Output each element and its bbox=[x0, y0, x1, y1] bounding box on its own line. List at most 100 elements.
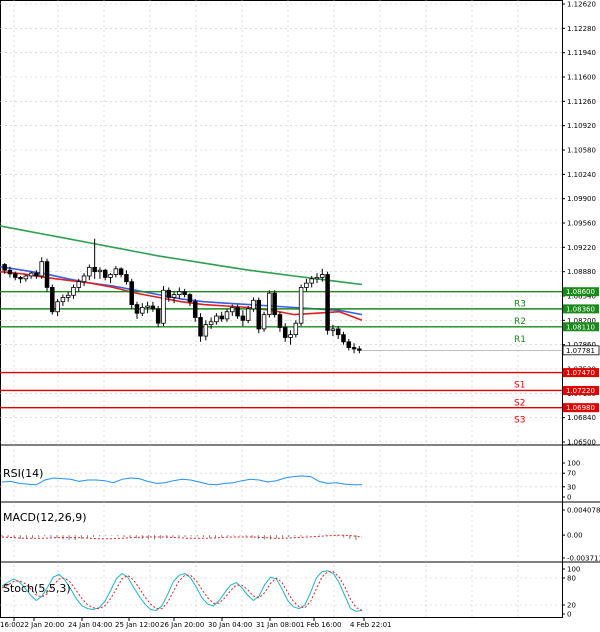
stoch-tick-label: 100 bbox=[567, 566, 580, 574]
macd-tick-label: 0.004078 bbox=[567, 507, 600, 515]
candle-body bbox=[351, 347, 357, 350]
stoch-tick-label: 20 bbox=[567, 602, 576, 610]
candle-body bbox=[124, 274, 129, 283]
candle-body bbox=[282, 327, 288, 338]
candle-body bbox=[235, 307, 240, 317]
candle-body bbox=[23, 275, 29, 280]
price-tick-label: 1.09900 bbox=[567, 195, 596, 203]
candle-body bbox=[166, 289, 172, 298]
candle-body bbox=[245, 308, 251, 321]
candle-body bbox=[92, 266, 97, 273]
price-tick-label: 1.10580 bbox=[567, 147, 596, 155]
price-tick-label: 1.11260 bbox=[567, 98, 596, 106]
level-name-r1: R1 bbox=[514, 335, 526, 345]
candle-body bbox=[12, 273, 18, 278]
candle-body bbox=[161, 289, 166, 324]
candle-body bbox=[224, 311, 230, 320]
rsi-tick-label: 30 bbox=[567, 483, 576, 491]
candle-body bbox=[39, 261, 44, 277]
candle-body bbox=[293, 322, 299, 336]
candle-body bbox=[230, 307, 235, 313]
price-pane: 1.12620 1.12280 1.11940 1.11600 1.11260 1.109… bbox=[0, 1, 600, 447]
level-tag-r3: 1.08600 bbox=[566, 288, 595, 296]
candle-body bbox=[203, 324, 209, 337]
candle-body bbox=[113, 268, 119, 275]
rsi-line bbox=[1, 475, 362, 486]
macd-title: MACD(12,26,9) bbox=[3, 511, 87, 524]
candle-body bbox=[177, 291, 182, 295]
candle-body bbox=[2, 264, 7, 271]
time-tick-label: 31 Jan 08:00 bbox=[256, 621, 300, 629]
candle-body bbox=[256, 299, 262, 330]
price-tick-label: 1.11940 bbox=[567, 49, 596, 57]
rsi-pane: 100 70 30 0 RSI(14) bbox=[0, 460, 580, 502]
time-tick-label: 4 Feb 22:01 bbox=[350, 621, 391, 629]
level-tag-s1: 1.07470 bbox=[566, 369, 595, 377]
time-tick-label: 22 Jan 20:00 bbox=[20, 621, 64, 629]
level-tag-r1: 1.08110 bbox=[566, 323, 595, 331]
candle-body bbox=[171, 294, 177, 298]
candle-body bbox=[108, 274, 113, 278]
candle-body bbox=[28, 272, 34, 277]
candle-body bbox=[44, 261, 50, 288]
level-tag-s3: 1.06980 bbox=[566, 404, 595, 412]
candle-body bbox=[357, 348, 362, 351]
stoch-pane: 10080 200 Stoch(5,5,3) bbox=[0, 566, 580, 619]
level-name-s3: S3 bbox=[514, 416, 525, 426]
level-tag-s2: 1.07220 bbox=[566, 387, 595, 395]
candle-body bbox=[134, 304, 140, 314]
price-tick-label: 1.09560 bbox=[567, 220, 596, 228]
candle-body bbox=[150, 305, 156, 310]
candle-body bbox=[309, 278, 314, 284]
price-tick-label: 1.06840 bbox=[567, 414, 596, 422]
time-tick-label: 1 Feb 16:00 bbox=[300, 621, 341, 629]
candle-body bbox=[102, 269, 108, 278]
candle-body bbox=[129, 281, 134, 305]
rsi-title: RSI(14) bbox=[3, 467, 43, 480]
forex-chart: 1.12620 1.12280 1.11940 1.11600 1.11260 1.109… bbox=[0, 0, 600, 629]
price-tick-label: 1.12620 bbox=[567, 1, 596, 9]
macd-signal-line bbox=[1, 534, 363, 540]
rsi-tick-label: 70 bbox=[567, 470, 576, 478]
candle-body bbox=[346, 341, 352, 348]
candle-body bbox=[314, 276, 320, 280]
candle-body bbox=[192, 301, 198, 318]
candle-body bbox=[198, 317, 203, 337]
price-tick-label: 1.08880 bbox=[567, 268, 596, 276]
candle-body bbox=[97, 269, 103, 273]
candle-body bbox=[240, 315, 246, 321]
candle-body bbox=[208, 321, 214, 326]
candle-body bbox=[140, 307, 145, 314]
candle-body bbox=[187, 294, 193, 303]
level-tag-r2: 1.08360 bbox=[566, 305, 595, 313]
candle-body bbox=[65, 294, 71, 298]
rsi-tick-label: 100 bbox=[567, 460, 580, 468]
candle-body bbox=[182, 291, 187, 295]
time-tick-label: 16:00 bbox=[0, 621, 20, 629]
candle-body bbox=[277, 314, 283, 328]
candle-body bbox=[50, 287, 55, 313]
price-tick-label: 1.11600 bbox=[567, 74, 596, 82]
macd-pane: 0.004078 0.00 -0.003711 MACD(12,26,9) bbox=[1, 507, 600, 563]
price-tick-label: 1.10240 bbox=[567, 171, 596, 179]
candle-body bbox=[214, 315, 219, 323]
candle-body bbox=[325, 274, 330, 331]
candle-body bbox=[155, 308, 161, 324]
level-name-s1: S1 bbox=[514, 381, 525, 391]
candle-body bbox=[76, 281, 82, 288]
candle-body bbox=[7, 269, 13, 275]
level-name-r2: R2 bbox=[514, 317, 526, 327]
candle-body bbox=[288, 334, 293, 338]
current-price-tag: 1.07781 bbox=[566, 347, 595, 355]
time-axis: 16:00 22 Jan 20:00 24 Jan 04:00 25 Jan 12:0… bbox=[0, 618, 391, 629]
candle-body bbox=[261, 314, 267, 330]
candle-body bbox=[87, 266, 92, 277]
candle-body bbox=[118, 268, 124, 275]
macd-tick-label: 0.00 bbox=[567, 532, 583, 540]
candle-body bbox=[272, 292, 277, 316]
candle-body bbox=[219, 315, 224, 320]
candle-body bbox=[298, 287, 304, 324]
time-tick-label: 26 Jan 20:00 bbox=[160, 621, 204, 629]
candle-body bbox=[34, 272, 39, 277]
candle-body bbox=[304, 282, 309, 288]
